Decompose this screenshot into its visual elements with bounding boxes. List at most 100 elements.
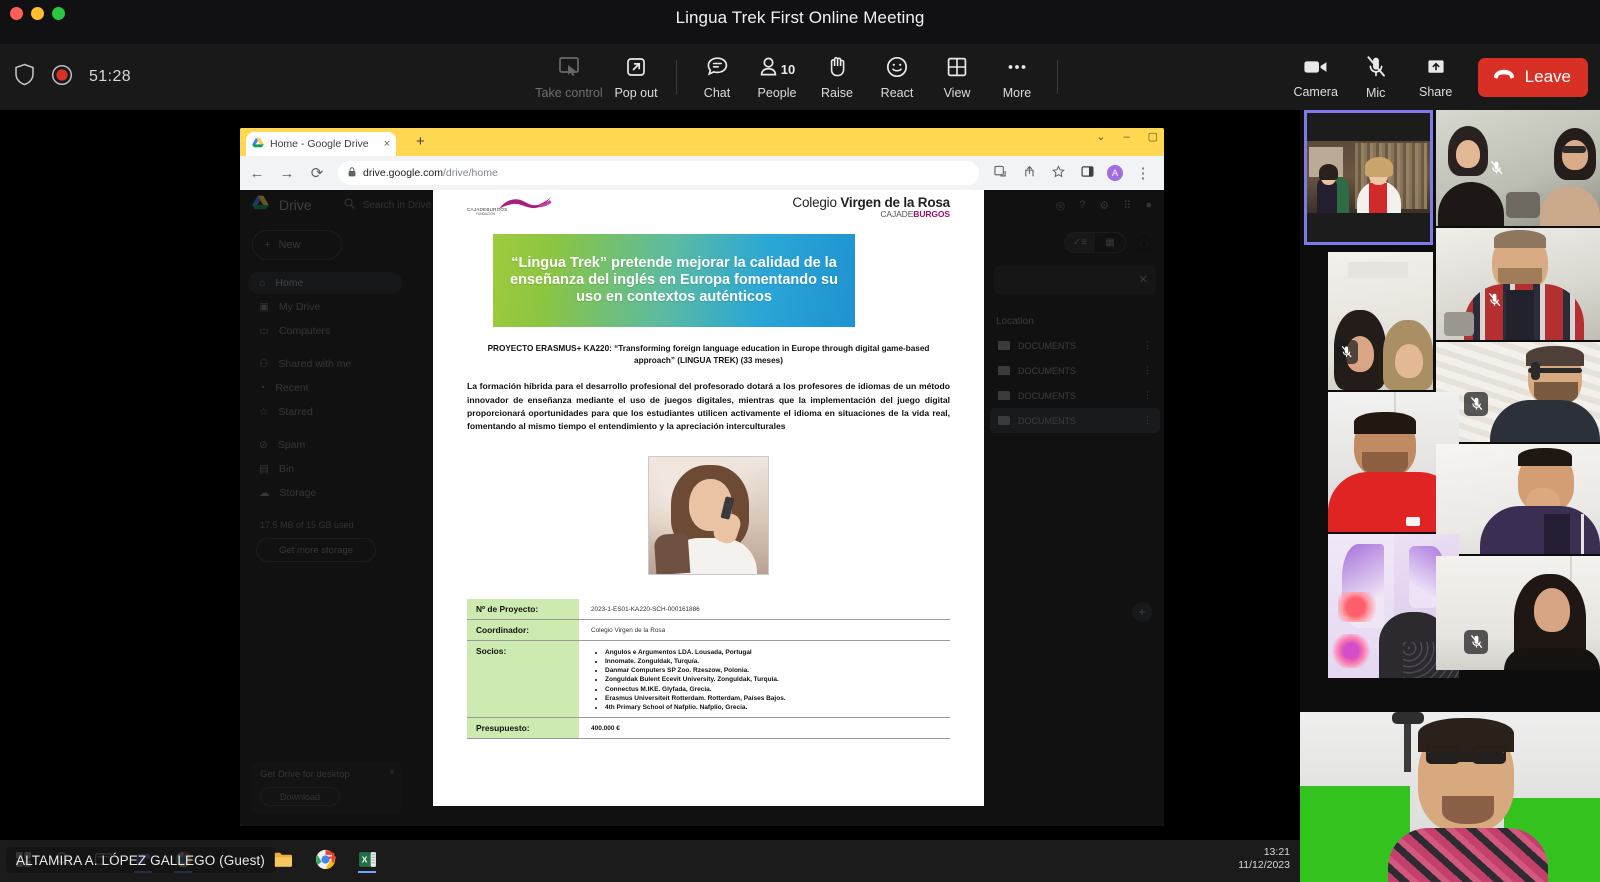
view-label: View <box>943 85 971 100</box>
install-icon[interactable] <box>991 165 1009 182</box>
google-chrome-icon[interactable] <box>310 844 340 874</box>
back-button[interactable]: ← <box>248 165 266 182</box>
presenter-name-chip: ALTAMIRA A. LÓPEZ GALLEGO (Guest) <box>6 847 275 873</box>
participant-tile-4[interactable] <box>1328 252 1433 390</box>
recording-timer: 51:28 <box>89 68 132 85</box>
camera-label: Camera <box>1293 84 1338 99</box>
project-info-table: Nº de Proyecto: 2023-1-ES01-KA220-SCH-00… <box>467 598 950 740</box>
caja-logo-sub: FUNDACIÓN <box>476 212 495 216</box>
url-path: /drive/home <box>442 167 498 179</box>
participant-tile-1[interactable] <box>1304 110 1433 245</box>
omnibox-actions: A ⋮ <box>991 164 1156 182</box>
toolbar-right-group: Camera Mic Share Leave <box>1286 44 1588 110</box>
document-banner: “Lingua Trek” pretende mejorar la calida… <box>493 234 855 327</box>
side-panel-icon[interactable] <box>1078 165 1096 182</box>
chrome-profile-avatar[interactable]: A <box>1107 165 1123 181</box>
tile-4-mic-muted-icon <box>1334 340 1358 364</box>
new-tab-button[interactable]: + <box>416 134 425 149</box>
chrome-tab-strip: Home - Google Drive × + ⌄ – ▢ <box>240 128 1164 156</box>
view-button[interactable]: View <box>927 47 987 107</box>
leave-button[interactable]: Leave <box>1477 57 1588 97</box>
chrome-maximize-button[interactable]: ▢ <box>1148 130 1158 143</box>
toolbar-center-group: Take control Pop out Chat 10 People Rais… <box>532 44 1068 110</box>
react-label: React <box>880 85 914 100</box>
chrome-menu-icon[interactable]: ⋮ <box>1134 164 1152 182</box>
coordinator-value: Colegio Virgen de la Rosa <box>579 619 950 641</box>
tile-2-mic-muted-icon <box>1484 156 1508 180</box>
shared-chrome-window: Home - Google Drive × + ⌄ – ▢ ← → ⟳ driv… <box>240 128 1164 826</box>
google-drive-page: Drive Search in Drive ≡ ◎ ? ⚙ ⠿ ● <box>240 190 1164 826</box>
participant-tile-5[interactable] <box>1436 342 1600 442</box>
shield-icon[interactable] <box>14 63 35 91</box>
taskbar-pinned-right: X <box>268 844 382 874</box>
share-up-arrow-icon <box>1425 56 1447 83</box>
react-smiley-icon <box>885 55 909 84</box>
participant-tile-3[interactable] <box>1436 228 1600 340</box>
share-icon[interactable] <box>1020 165 1038 182</box>
document-page: CAJADECAJADEBURGOSBURGOS FUNDACIÓN Coleg… <box>433 190 984 740</box>
table-row-budget: Presupuesto: 400.000 € <box>467 717 950 740</box>
project-paragraph: La formación híbrida para el desarrollo … <box>467 381 950 432</box>
tile-9-video <box>1436 556 1600 670</box>
partners-list: Angulos e Argumentos LDA. Lousada, Portu… <box>605 648 944 712</box>
woman-on-phone-photo <box>648 455 769 575</box>
participant-tile-9[interactable] <box>1436 556 1600 670</box>
tile-7-video <box>1436 444 1600 554</box>
close-tab-icon[interactable]: × <box>384 138 390 150</box>
svg-text:X: X <box>361 854 367 864</box>
table-row-project-number: Nº de Proyecto: 2023-1-ES01-KA220-SCH-00… <box>467 598 950 620</box>
partners-label: Socios: <box>467 640 579 719</box>
record-icon[interactable] <box>51 64 73 91</box>
partners-cell: Angulos e Argumentos LDA. Lousada, Portu… <box>579 640 950 719</box>
bookmark-star-icon[interactable] <box>1049 164 1067 182</box>
project-title: PROYECTO ERASMUS+ KA220: “Transforming f… <box>487 344 930 365</box>
budget-label: Presupuesto: <box>467 717 579 740</box>
raise-hand-button[interactable]: Raise <box>807 47 867 107</box>
google-drive-icon <box>252 135 264 153</box>
react-button[interactable]: React <box>867 47 927 107</box>
banner-text: “Lingua Trek” pretende mejorar la calida… <box>510 255 838 305</box>
toolbar-left-group: 51:28 <box>14 44 131 110</box>
colegio-logo: Colegio Virgen de la Rosa CAJADEBURGOS <box>792 195 950 219</box>
chrome-minimize-button[interactable]: ⌄ <box>1096 130 1105 143</box>
pop-out-button[interactable]: Pop out <box>606 47 666 107</box>
camera-button[interactable]: Camera <box>1286 47 1346 107</box>
take-control-button[interactable]: Take control <box>532 47 606 107</box>
colegio-line2: CAJADEBURGOS <box>792 210 950 219</box>
chat-button[interactable]: Chat <box>687 47 747 107</box>
more-label: More <box>1002 85 1032 100</box>
caja-de-burgos-logo: CAJADECAJADEBURGOSBURGOS FUNDACIÓN <box>467 196 577 224</box>
list-item: Zonguldak Bulent Ecevit University. Zong… <box>605 675 944 684</box>
address-bar[interactable]: drive.google.com/drive/home <box>338 161 979 185</box>
forward-button[interactable]: → <box>278 165 296 182</box>
budget-value: 400.000 € <box>579 717 950 740</box>
participant-tile-10[interactable] <box>1300 712 1600 882</box>
chat-icon <box>705 55 730 84</box>
project-number-label: Nº de Proyecto: <box>467 598 579 620</box>
camera-icon <box>1302 56 1329 83</box>
excel-icon[interactable]: X <box>352 844 382 874</box>
meeting-app-window: Lingua Trek First Online Meeting 51:28 T… <box>0 0 1600 882</box>
toolbar-divider-1 <box>676 60 677 94</box>
url-host: drive.google.com <box>363 167 443 179</box>
clock-time: 13:21 <box>1263 846 1290 858</box>
table-row-partners: Socios: Angulos e Argumentos LDA. Lousad… <box>467 640 950 719</box>
chrome-restore-button[interactable]: – <box>1123 131 1129 143</box>
mic-button[interactable]: Mic <box>1346 47 1406 107</box>
colegio-line1: Colegio Virgen de la Rosa <box>792 195 950 210</box>
list-item: 4th Primary School of Nafplio. Nafplio, … <box>605 703 944 712</box>
browser-tab[interactable]: Home - Google Drive × <box>246 132 396 156</box>
list-item: Danmar Computers SP Zoo. Rzeszow, Poloni… <box>605 666 944 675</box>
tile-5-mic-muted-icon <box>1464 392 1488 416</box>
reload-button[interactable]: ⟳ <box>308 164 326 182</box>
participant-tile-7[interactable] <box>1436 444 1600 554</box>
taskbar-clock[interactable]: 13:21 11/12/2023 <box>1238 846 1290 872</box>
share-button[interactable]: Share <box>1406 47 1466 107</box>
running-indicator <box>358 871 376 873</box>
tile-9-mic-muted-icon <box>1464 630 1488 654</box>
people-button[interactable]: 10 People <box>747 47 807 107</box>
participant-tile-2[interactable] <box>1436 110 1600 226</box>
hang-up-icon <box>1492 67 1516 88</box>
tile-3-video <box>1436 228 1600 340</box>
more-button[interactable]: More <box>987 47 1047 107</box>
